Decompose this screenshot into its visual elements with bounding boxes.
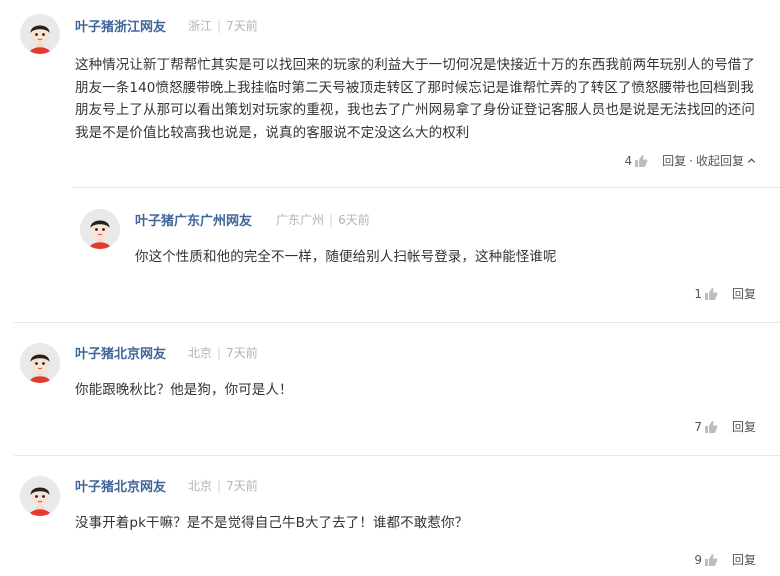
thumbs-up-icon [704,553,718,566]
avatar[interactable] [80,209,120,249]
collapse-label: 收起回复 [695,154,744,168]
pig-avatar-icon [20,476,60,516]
chevron-up-icon [747,158,756,163]
comment-divider [14,322,780,323]
location: 浙江 [188,19,213,33]
timestamp: 7天前 [226,479,258,493]
comment-meta: 北京 | 7天前 [188,477,258,494]
meta-separator: | [217,479,222,493]
like-button[interactable] [704,287,718,301]
comment-text: 这种情况让新丁帮帮忙其实是可以找回来的玩家的利益大于一切何况是快接近十万的东西我… [75,57,755,141]
action-separator: · [689,153,693,168]
comment-text: 你能跟晚秋比？他是狗，你可是人！ [75,382,293,398]
meta-separator: | [217,346,222,360]
timestamp: 7天前 [226,19,258,33]
like-button[interactable] [704,420,718,434]
comment-actions: 1 回复 [694,285,756,302]
timestamp: 6天前 [338,213,370,227]
thumbs-up-icon [704,420,718,433]
like-button[interactable] [634,154,648,168]
location: 广东广州 [276,213,325,227]
pig-avatar-icon [20,14,60,54]
reply-button[interactable]: 回复 [732,285,756,302]
pig-avatar-icon [20,343,60,383]
username[interactable]: 叶子猪广东广州网友 [135,210,252,229]
like-count: 9 [694,552,702,567]
comment-meta: 广东广州 | 6天前 [276,211,370,228]
comment-divider [14,455,780,456]
meta-separator: | [329,213,334,227]
meta-separator: | [217,19,222,33]
thumbs-up-icon [635,154,648,167]
comment-meta: 北京 | 7天前 [188,344,258,361]
like-count: 1 [694,286,702,301]
thumbs-up-icon [704,287,718,300]
pig-avatar-icon [80,209,120,249]
like-button[interactable] [704,553,718,567]
username[interactable]: 叶子猪北京网友 [75,343,166,362]
comment-meta: 浙江 | 7天前 [188,17,258,34]
avatar[interactable] [20,476,60,516]
timestamp: 7天前 [226,346,258,360]
reply-button[interactable]: 回复 [732,418,756,435]
like-count: 7 [694,419,702,434]
comment-text: 你这个性质和他的完全不一样，随便给别人扫帐号登录，这种能怪谁呢 [135,249,557,265]
location: 北京 [188,346,213,360]
comment-actions: 9 回复 [694,551,756,568]
comment-actions: 4 回复 · 收起回复 [625,152,757,169]
reply-button[interactable]: 回复 [732,551,756,568]
avatar[interactable] [20,14,60,54]
comment-text: 没事开着pk干嘛？是不是觉得自己牛B大了去了！谁都不敢惹你？ [75,515,469,531]
avatar[interactable] [20,343,60,383]
collapse-replies-button[interactable]: 收起回复 [696,152,756,169]
reply-button[interactable]: 回复 [662,152,686,169]
username[interactable]: 叶子猪北京网友 [75,476,166,495]
comment-actions: 7 回复 [694,418,756,435]
location: 北京 [188,479,213,493]
username[interactable]: 叶子猪浙江网友 [75,16,166,35]
like-count: 4 [624,153,633,168]
reply-thread-divider [73,187,780,188]
